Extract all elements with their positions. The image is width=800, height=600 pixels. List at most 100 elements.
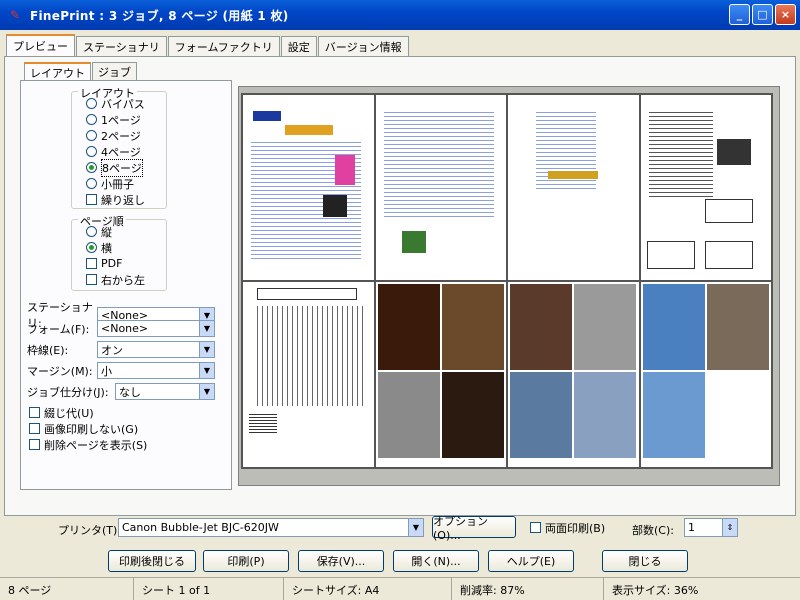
- printer-label: プリンタ(T):: [58, 524, 122, 537]
- help-button[interactable]: ヘルプ(E): [488, 550, 574, 572]
- page-diagram-mark: [704, 241, 753, 269]
- print-button[interactable]: 印刷(P): [203, 550, 289, 572]
- margin-label: マージン(M):: [27, 364, 93, 378]
- building-photo: [510, 372, 572, 458]
- street-photo: [441, 284, 504, 370]
- spinner-arrows-icon[interactable]: ⇕: [722, 519, 737, 536]
- checkbox-icon[interactable]: [86, 194, 97, 205]
- layout-option-1page[interactable]: 1ページ: [86, 112, 141, 127]
- layout-option-2page[interactable]: 2ページ: [86, 128, 141, 143]
- option-label: 横: [101, 241, 112, 255]
- order-option-vertical[interactable]: 縦: [86, 224, 112, 239]
- preview-sheet[interactable]: [241, 93, 773, 469]
- tab-settings[interactable]: 設定: [280, 36, 317, 56]
- page-order-group: ページ順 縦 横 PDF 右から左: [71, 213, 167, 291]
- order-option-horizontal[interactable]: 横: [86, 240, 112, 255]
- margin-row: マージン(M): 小 ▼: [27, 362, 215, 379]
- tab-form-factory[interactable]: フォームファクトリ: [167, 36, 280, 56]
- finishing-row: ジョブ仕分け(J): なし ▼: [27, 383, 215, 400]
- border-select[interactable]: オン ▼: [97, 341, 215, 358]
- tab-version-info[interactable]: バージョン情報: [317, 36, 409, 56]
- checkbox-icon[interactable]: [86, 274, 97, 285]
- preview-page-3[interactable]: [507, 94, 640, 281]
- tab-preview[interactable]: プレビュー: [6, 34, 75, 56]
- layout-option-booklet[interactable]: 小冊子: [86, 176, 134, 191]
- subtab-job[interactable]: ジョブ: [92, 62, 137, 80]
- chevron-down-icon[interactable]: ▼: [199, 321, 214, 336]
- chevron-down-icon[interactable]: ▼: [199, 363, 214, 378]
- copies-spinner[interactable]: 1 ⇕: [684, 518, 738, 537]
- preview-page-8[interactable]: [639, 281, 772, 468]
- page-diagram-mark: [646, 241, 695, 269]
- tokyo-tower-photo: [377, 284, 440, 370]
- printer-options-button[interactable]: オプション(O)...: [432, 515, 516, 542]
- form-select[interactable]: <None> ▼: [97, 320, 215, 337]
- radio-selected-icon[interactable]: [86, 162, 97, 173]
- layout-option-4page[interactable]: 4ページ: [86, 144, 141, 159]
- printer-bar: プリンタ(T): Canon Bubble-Jet BJC-620JW ▼ オプシ…: [0, 515, 800, 544]
- binding-margin-checkbox[interactable]: 綴じ代(U): [29, 405, 94, 420]
- preview-page-2[interactable]: [374, 94, 507, 281]
- chevron-down-icon[interactable]: ▼: [199, 342, 214, 357]
- street-photo: [510, 284, 572, 370]
- finishing-select[interactable]: なし ▼: [115, 383, 215, 400]
- checkbox-icon[interactable]: [86, 258, 97, 269]
- print-preview-area[interactable]: [238, 86, 780, 486]
- radio-icon[interactable]: [86, 130, 97, 141]
- show-deleted-pages-checkbox[interactable]: 削除ページを表示(S): [29, 437, 147, 452]
- select-value: なし: [119, 385, 141, 399]
- radio-icon[interactable]: [86, 178, 97, 189]
- layout-option-bypass[interactable]: バイパス: [86, 96, 145, 111]
- minimize-button[interactable]: _: [729, 4, 750, 25]
- status-bar: 8 ページ シート 1 of 1 シートサイズ: A4 削減率: 87% 表示サ…: [0, 577, 800, 600]
- status-sheet-size: シートサイズ: A4: [284, 578, 452, 600]
- no-image-print-checkbox[interactable]: 画像印刷しない(G): [29, 421, 138, 436]
- page-table-mark: [716, 139, 751, 165]
- select-value: オン: [101, 343, 123, 357]
- page-header-mark: [253, 111, 281, 121]
- status-reduction: 削減率: 87%: [452, 578, 604, 600]
- preview-page-4[interactable]: [639, 94, 772, 281]
- page-text-lines: [253, 306, 363, 406]
- close-button[interactable]: 閉じる: [602, 550, 688, 572]
- copies-value: 1: [688, 521, 695, 534]
- close-after-print-button[interactable]: 印刷後閉じる: [108, 550, 196, 572]
- radio-selected-icon[interactable]: [86, 242, 97, 253]
- printer-select[interactable]: Canon Bubble-Jet BJC-620JW ▼: [118, 518, 424, 537]
- select-value: <None>: [101, 322, 149, 335]
- checkbox-icon[interactable]: [29, 423, 40, 434]
- close-window-button[interactable]: ×: [775, 4, 796, 25]
- checkbox-icon[interactable]: [29, 439, 40, 450]
- page-diagram-mark: [704, 199, 753, 223]
- maximize-button[interactable]: □: [752, 4, 773, 25]
- checkbox-icon[interactable]: [29, 407, 40, 418]
- save-button[interactable]: 保存(V)...: [298, 550, 384, 572]
- subtab-layout[interactable]: レイアウト: [24, 62, 91, 80]
- preview-page-6[interactable]: [374, 281, 507, 468]
- radio-icon[interactable]: [86, 146, 97, 157]
- radio-icon[interactable]: [86, 226, 97, 237]
- select-value: 小: [101, 364, 112, 378]
- right-to-left-checkbox[interactable]: 右から左: [86, 272, 145, 287]
- layout-group: レイアウト バイパス 1ページ 2ページ 4ページ 8ページ 小冊子 繰り返し: [71, 85, 167, 209]
- layout-option-8page[interactable]: 8ページ: [86, 158, 143, 177]
- preview-page-5[interactable]: [242, 281, 375, 468]
- tab-stationery[interactable]: ステーショナリ: [76, 36, 167, 56]
- radio-icon[interactable]: [86, 98, 97, 109]
- margin-select[interactable]: 小 ▼: [97, 362, 215, 379]
- duplex-checkbox[interactable]: 両面印刷(B): [530, 520, 605, 535]
- fineprint-app-icon[interactable]: ✎: [6, 6, 24, 24]
- chevron-down-icon[interactable]: ▼: [408, 519, 423, 536]
- status-display-size: 表示サイズ: 36%: [612, 584, 699, 597]
- preview-page-7[interactable]: [507, 281, 640, 468]
- open-button[interactable]: 開く(N)...: [393, 550, 479, 572]
- preview-page-1[interactable]: [242, 94, 375, 281]
- option-label: 縦: [101, 225, 112, 239]
- repeat-checkbox[interactable]: 繰り返し: [86, 192, 145, 207]
- page-image-mark: [323, 195, 347, 217]
- option-label: 両面印刷(B): [545, 521, 606, 535]
- radio-icon[interactable]: [86, 114, 97, 125]
- chevron-down-icon[interactable]: ▼: [199, 384, 214, 399]
- pdf-checkbox[interactable]: PDF: [86, 256, 122, 271]
- checkbox-icon[interactable]: [530, 522, 541, 533]
